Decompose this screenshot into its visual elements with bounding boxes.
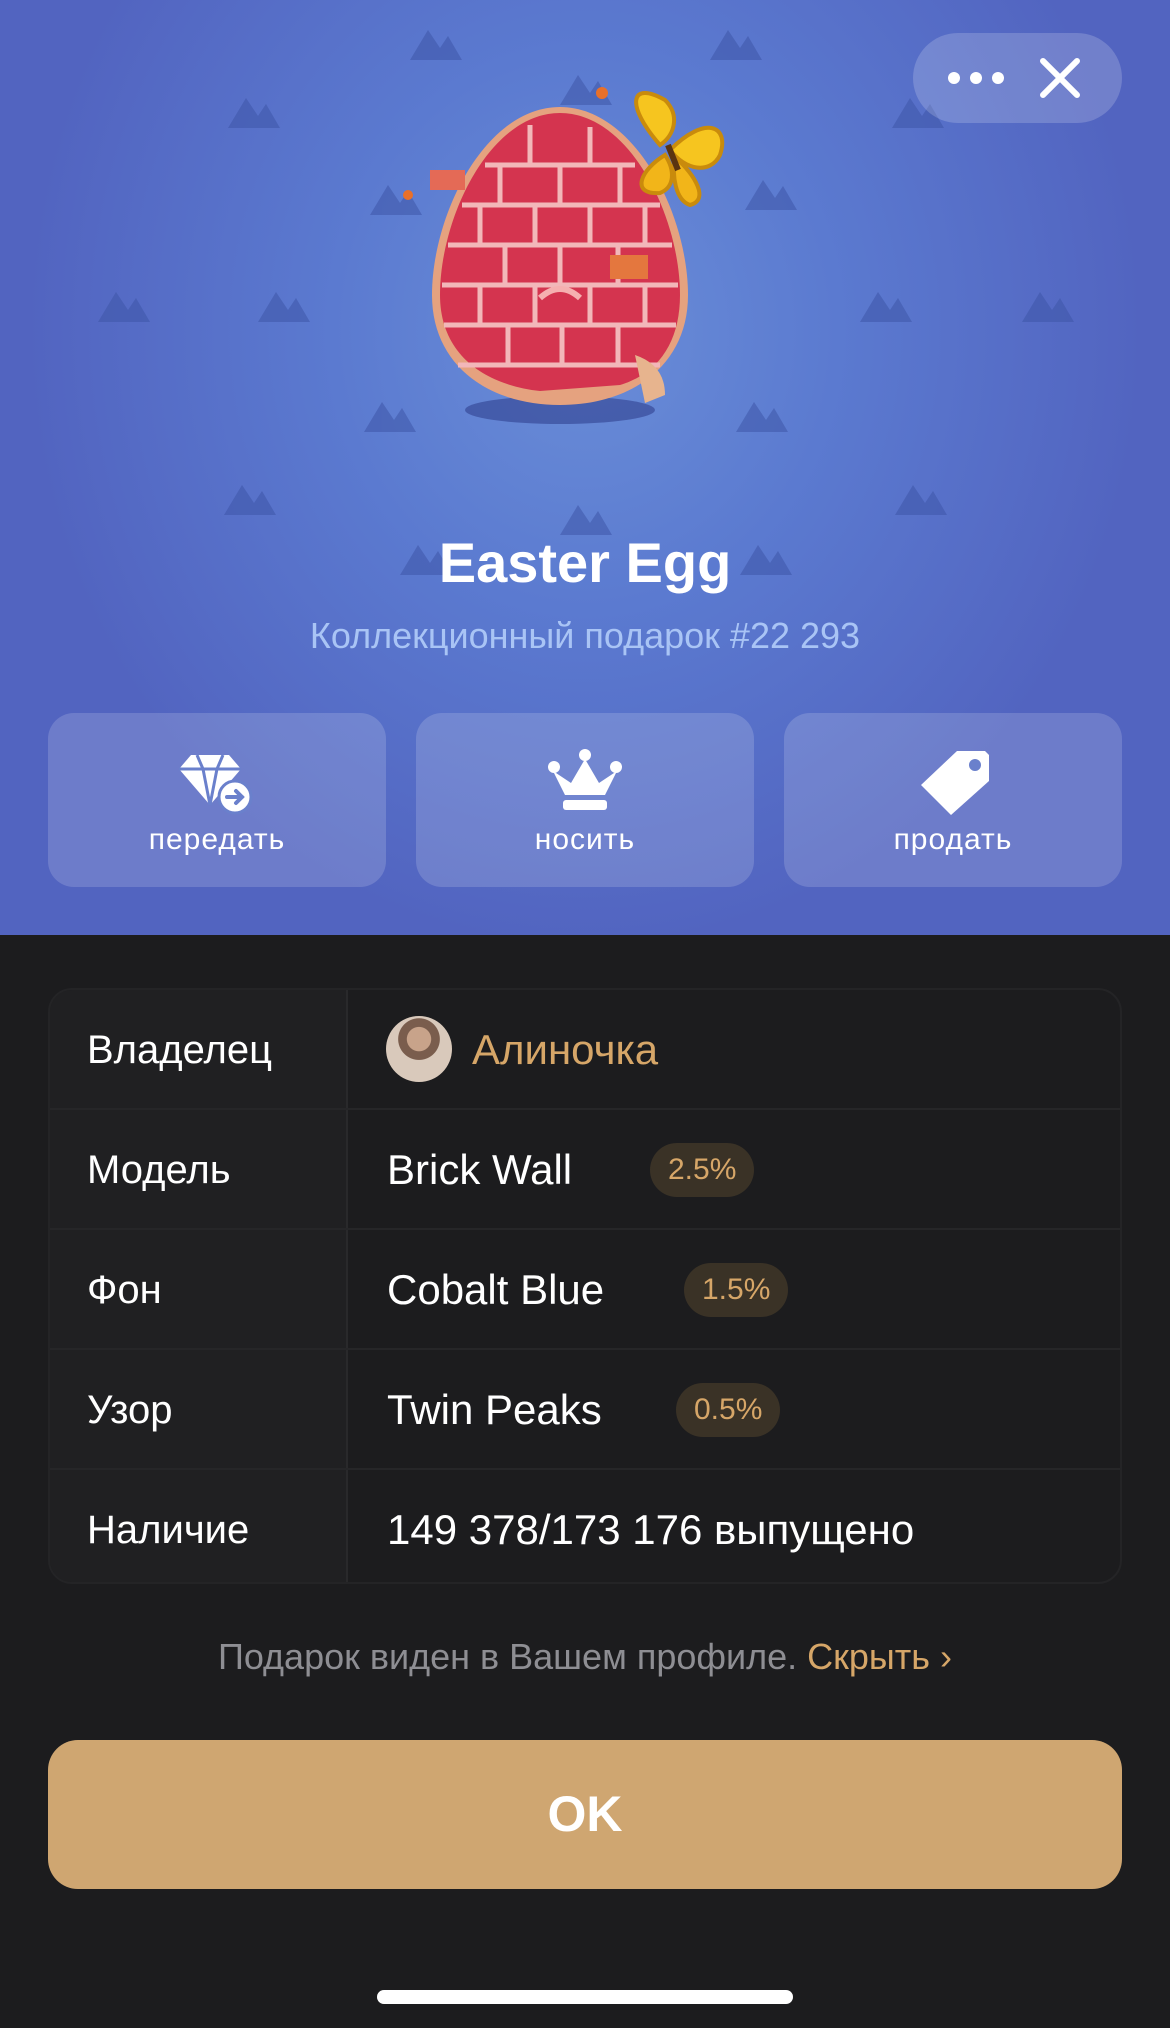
ellipsis-icon[interactable] [941, 53, 1011, 103]
ok-button[interactable]: OK [48, 1740, 1122, 1889]
hide-link[interactable]: Скрыть › [807, 1636, 952, 1677]
availability-row: Наличие 149 378/173 176 выпущено [50, 1470, 1120, 1582]
transfer-gem-icon [179, 754, 253, 815]
model-rarity-badge: 2.5% [650, 1143, 755, 1197]
crown-icon [548, 749, 622, 810]
gift-details-table: Владелец Алиночка Модель Brick Wall 2.5%… [48, 988, 1122, 1584]
wear-button[interactable]: носить [416, 713, 754, 887]
close-icon[interactable] [1025, 53, 1095, 103]
visibility-notice: Подарок виден в Вашем профиле. Скрыть › [0, 1636, 1170, 1678]
visibility-notice-text: Подарок виден в Вашем профиле. [217, 1636, 798, 1677]
wear-label: носить [534, 823, 636, 856]
gift-title: Easter Egg [438, 531, 732, 594]
owner-avatar[interactable] [386, 1016, 452, 1082]
owner-row[interactable]: Владелец Алиночка [50, 990, 1120, 1110]
owner-label: Владелец [87, 1028, 273, 1072]
transfer-label: передать [148, 823, 286, 856]
symbol-rarity-badge: 0.5% [676, 1383, 781, 1437]
model-label: Модель [87, 1148, 231, 1192]
transfer-button[interactable]: передать [48, 713, 386, 887]
gift-hero: Easter Egg Коллекционный подарок #22 293… [0, 0, 1170, 935]
symbol-label: Узор [87, 1388, 173, 1432]
symbol-row: Узор Twin Peaks 0.5% [50, 1350, 1120, 1470]
model-row: Модель Brick Wall 2.5% [50, 1110, 1120, 1230]
sell-button[interactable]: продать [784, 713, 1122, 887]
availability-label: Наличие [87, 1508, 250, 1552]
model-value: Brick Wall [387, 1146, 573, 1193]
backdrop-rarity-badge: 1.5% [684, 1263, 789, 1317]
header-controls [913, 33, 1122, 123]
home-indicator [377, 1990, 793, 2004]
backdrop-label: Фон [87, 1268, 162, 1312]
chevron-right-icon: › [940, 1636, 953, 1677]
easter-egg-model [403, 87, 725, 424]
price-tag-icon [921, 751, 989, 815]
gift-subtitle: Коллекционный подарок #22 293 [309, 615, 861, 656]
backdrop-row: Фон Cobalt Blue 1.5% [50, 1230, 1120, 1350]
backdrop-value: Cobalt Blue [387, 1266, 605, 1313]
owner-name[interactable]: Алиночка [472, 990, 658, 1110]
symbol-value: Twin Peaks [387, 1386, 602, 1433]
hide-link-label: Скрыть [807, 1636, 931, 1677]
availability-value: 149 378/173 176 выпущено [387, 1506, 915, 1553]
sell-label: продать [893, 823, 1013, 856]
